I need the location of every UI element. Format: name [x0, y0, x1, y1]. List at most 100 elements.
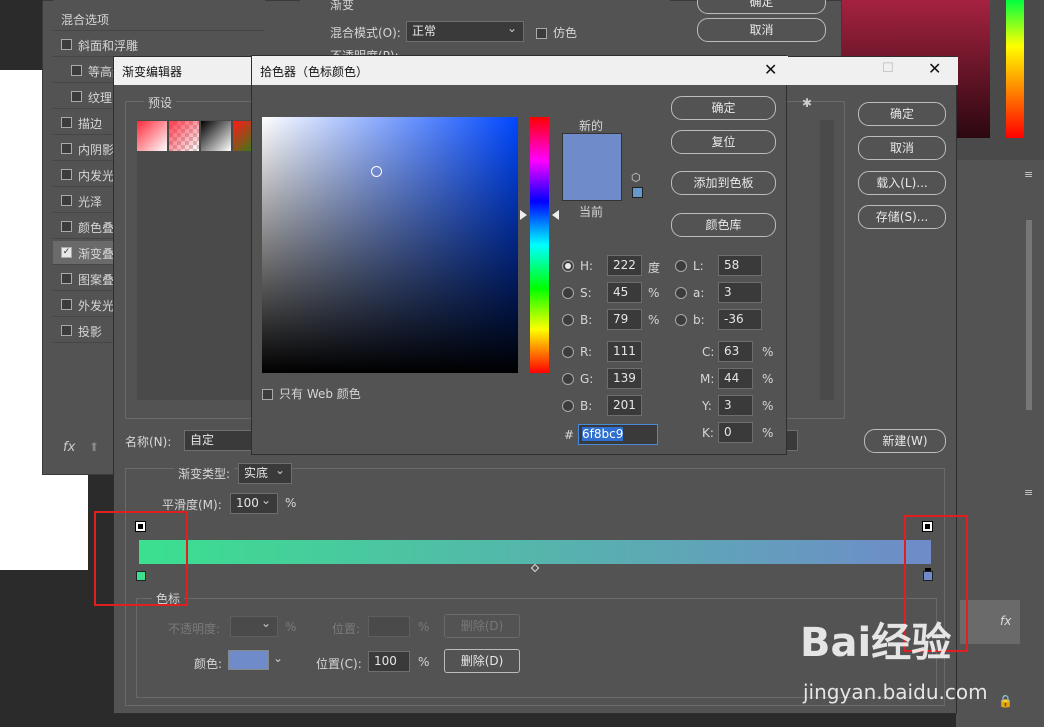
web-safe-swatch[interactable] [632, 187, 643, 198]
annotation-box-left [94, 511, 188, 606]
lab-b-input[interactable]: -36 [718, 309, 762, 330]
color-picker-titlebar: 拾色器（色标颜色） ✕ [252, 56, 788, 85]
maximize-icon[interactable]: ☐ [882, 61, 894, 76]
close-icon[interactable]: ✕ [928, 59, 941, 78]
layer-style-item-label: 渐变叠 [78, 247, 115, 261]
rgb-b-input[interactable]: 201 [607, 395, 642, 416]
checkbox-checked[interactable]: ✓ [61, 247, 72, 258]
new-button[interactable]: 新建(W) [864, 429, 946, 453]
checkbox[interactable] [71, 65, 82, 76]
picker-ok-button[interactable]: 确定 [671, 96, 776, 120]
radio-b[interactable] [562, 314, 574, 326]
radio-g[interactable] [562, 373, 574, 385]
radio-s[interactable] [562, 287, 574, 299]
s-label: S: [580, 286, 592, 300]
radio-h[interactable] [562, 260, 574, 272]
radio-r[interactable] [562, 346, 574, 358]
m-input[interactable]: 44 [718, 368, 753, 389]
color-libraries-button[interactable]: 颜色库 [671, 213, 776, 237]
checkbox[interactable] [61, 273, 72, 284]
color-location-label: 位置(C): [316, 657, 362, 671]
new-label: 新的 [579, 119, 604, 133]
l-input[interactable]: 58 [718, 255, 762, 276]
checkbox[interactable] [61, 169, 72, 180]
load-button[interactable]: 载入(L)... [858, 171, 946, 195]
new-color-swatch [562, 133, 622, 167]
chevron-down-icon[interactable]: ⌄ [273, 651, 283, 665]
blend-mode-select[interactable]: 正常 [406, 19, 524, 42]
radio-l[interactable] [675, 260, 687, 272]
layer-style-item[interactable]: 混合选项 [53, 7, 265, 31]
cancel-button[interactable]: 取消 [858, 136, 946, 160]
checkbox[interactable] [61, 221, 72, 232]
layer-scrollbar[interactable] [1026, 220, 1032, 410]
bg-ok-button[interactable]: 确定 [697, 0, 826, 14]
presets-grid [137, 120, 261, 400]
close-icon[interactable]: ✕ [764, 60, 777, 79]
k-input[interactable]: 0 [718, 422, 753, 443]
layer-style-item-label: 图案叠 [78, 273, 115, 287]
preset-swatch-3[interactable] [201, 121, 231, 151]
save-button[interactable]: 存储(S)... [858, 205, 946, 229]
layer-style-item[interactable]: 斜面和浮雕 [53, 33, 265, 57]
layer-style-item-label: 混合选项 [61, 13, 110, 27]
fx-button[interactable]: fx [63, 440, 75, 455]
s-unit: % [648, 286, 660, 300]
h-input[interactable]: 222 [607, 255, 642, 276]
hex-input[interactable]: 6f8bc9 [578, 424, 658, 445]
c-input[interactable]: 63 [718, 341, 753, 362]
picker-reset-button[interactable]: 复位 [671, 130, 776, 154]
rgb-b-label: B: [580, 399, 593, 413]
y-input[interactable]: 3 [718, 395, 753, 416]
hue-slider[interactable] [530, 117, 549, 373]
b-input[interactable]: 79 [607, 309, 642, 330]
a-input[interactable]: 3 [718, 282, 762, 303]
checkbox[interactable] [61, 143, 72, 154]
checkbox[interactable] [61, 299, 72, 310]
gradient-preview-bar[interactable] [139, 540, 931, 564]
opacity-location-label: 位置: [332, 622, 361, 636]
checkbox[interactable] [61, 325, 72, 336]
web-colors-only-checkbox[interactable]: 只有 Web 颜色 [262, 385, 361, 402]
current-color-swatch[interactable] [562, 167, 622, 201]
dither-label: 仿色 [553, 26, 578, 40]
c-unit: % [762, 345, 774, 359]
dither-checkbox[interactable]: 仿色 [536, 24, 577, 41]
color-delete-button[interactable]: 删除(D) [444, 649, 520, 673]
checkbox[interactable] [61, 39, 72, 50]
c-label: C: [702, 345, 715, 359]
checkbox[interactable] [61, 117, 72, 128]
g-input[interactable]: 139 [607, 368, 642, 389]
move-up-icon[interactable]: ⬆ [89, 440, 99, 454]
stop-color-swatch[interactable] [228, 650, 269, 670]
r-label: R: [580, 345, 593, 359]
s-input[interactable]: 45 [607, 282, 642, 303]
gradient-type-select[interactable]: 实底 [238, 461, 292, 484]
preset-swatch-2[interactable] [169, 121, 199, 151]
radio-a[interactable] [675, 287, 687, 299]
preset-swatch-1[interactable] [137, 121, 167, 151]
stop-color-label: 颜色: [194, 657, 223, 671]
radio-lab-b[interactable] [675, 314, 687, 326]
hue-slider-handle-right[interactable] [552, 210, 559, 220]
add-to-swatches-button[interactable]: 添加到色板 [671, 171, 776, 195]
color-field-marker[interactable] [371, 166, 382, 177]
hue-slider-handle-left[interactable] [520, 210, 527, 220]
checkbox[interactable] [61, 195, 72, 206]
saturation-brightness-field[interactable] [262, 117, 518, 373]
layer-style-item-label: 斜面和浮雕 [78, 39, 139, 53]
color-location-input[interactable]: 100 [368, 651, 410, 672]
gear-icon[interactable]: ✱ [802, 96, 812, 110]
lab-b-label: b: [693, 313, 705, 327]
blend-mode-label: 混合模式(O): [330, 26, 401, 40]
presets-scrollbar[interactable] [820, 120, 834, 400]
panel-menu-icon[interactable]: ≡ [1024, 168, 1033, 181]
opacity-location-unit: % [418, 620, 430, 634]
panel-menu-icon[interactable]: ≡ [1024, 486, 1033, 499]
ok-button[interactable]: 确定 [858, 102, 946, 126]
r-input[interactable]: 111 [607, 341, 642, 362]
bg-cancel-button[interactable]: 取消 [697, 18, 826, 42]
radio-rgb-b[interactable] [562, 400, 574, 412]
checkbox[interactable] [71, 91, 82, 102]
smoothness-select[interactable]: 100 [230, 491, 278, 514]
